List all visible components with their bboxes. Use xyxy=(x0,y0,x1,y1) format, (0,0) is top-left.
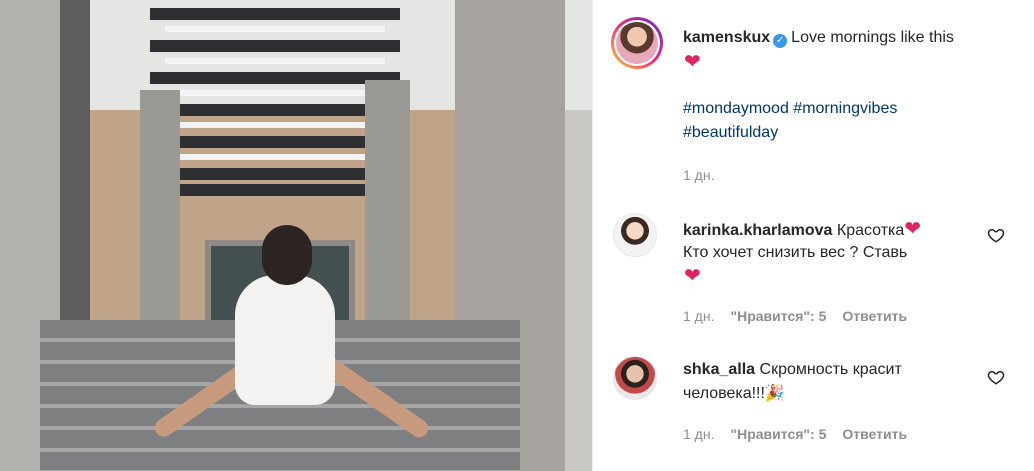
commenter-avatar[interactable] xyxy=(613,356,657,400)
heart-outline-icon[interactable] xyxy=(987,368,1005,386)
comment-username[interactable]: karinka.kharlamova xyxy=(683,222,832,239)
author-avatar[interactable] xyxy=(611,17,663,69)
comment-username[interactable]: shka_alla xyxy=(683,361,755,378)
hashtags-line-2[interactable]: #beautifulday xyxy=(683,121,778,145)
photo-pergola-slat xyxy=(165,58,385,64)
comment-1-line-1: karinka.kharlamova Красотка❤ xyxy=(683,217,983,243)
photo-person-head xyxy=(262,225,312,285)
photo-pergola-slat xyxy=(165,122,385,128)
comment-1-meta: 1 дн. "Нравится": 5 Ответить xyxy=(683,307,907,325)
photo-pergola-beam xyxy=(150,104,400,116)
photo-pillar xyxy=(140,90,180,350)
post-time[interactable]: 1 дн. xyxy=(683,166,714,184)
photo-person-dress xyxy=(235,275,335,405)
caption: kamenskux ✓ Love mornings like this xyxy=(683,26,1023,50)
comment-likes[interactable]: "Нравится": 5 xyxy=(730,308,826,324)
comment-2-meta: 1 дн. "Нравится": 5 Ответить xyxy=(683,425,907,443)
caption-text: Love mornings like this xyxy=(791,29,954,46)
party-popper-emoji: 🎉 xyxy=(764,385,785,402)
photo-pergola-beam xyxy=(150,72,400,84)
photo-pergola-beam xyxy=(150,136,400,148)
author-username[interactable]: kamenskux xyxy=(683,29,770,46)
comment-likes[interactable]: "Нравится": 5 xyxy=(730,426,826,442)
photo-pergola-beam xyxy=(150,40,400,52)
comment-text: человека!!! xyxy=(683,385,765,402)
verified-badge-icon: ✓ xyxy=(773,34,788,48)
photo-pergola-beam xyxy=(150,184,400,196)
comment-2-line-1: shka_alla Скромность красит xyxy=(683,358,983,382)
commenter-avatar[interactable] xyxy=(613,213,657,257)
photo-pergola-slat xyxy=(165,26,385,32)
comment-1-line-2: Кто хочет снизить вес ? Ставь xyxy=(683,244,908,261)
comment-2-line-2: человека!!!🎉 xyxy=(683,382,785,406)
photo-pergola-slat xyxy=(165,154,385,160)
comment-text: Красотка xyxy=(836,222,905,239)
heart-outline-icon[interactable] xyxy=(987,226,1005,244)
heart-emoji: ❤ xyxy=(904,218,922,240)
reply-button[interactable]: Ответить xyxy=(842,426,907,442)
photo-pillar xyxy=(365,80,410,350)
post-photo[interactable] xyxy=(0,0,592,471)
comment-time[interactable]: 1 дн. xyxy=(683,426,714,442)
photo-pergola-beam xyxy=(150,168,400,180)
comment-time[interactable]: 1 дн. xyxy=(683,308,714,324)
heart-emoji: ❤ xyxy=(684,265,701,287)
photo-pergola-beam xyxy=(150,8,400,20)
hashtags-line-1[interactable]: #mondaymood #morningvibes xyxy=(683,97,897,121)
comment-text: Скромность красит xyxy=(759,361,902,378)
reply-button[interactable]: Ответить xyxy=(842,308,907,324)
caption-heart-emoji: ❤ xyxy=(684,51,701,73)
photo-pergola-slat xyxy=(165,90,385,96)
